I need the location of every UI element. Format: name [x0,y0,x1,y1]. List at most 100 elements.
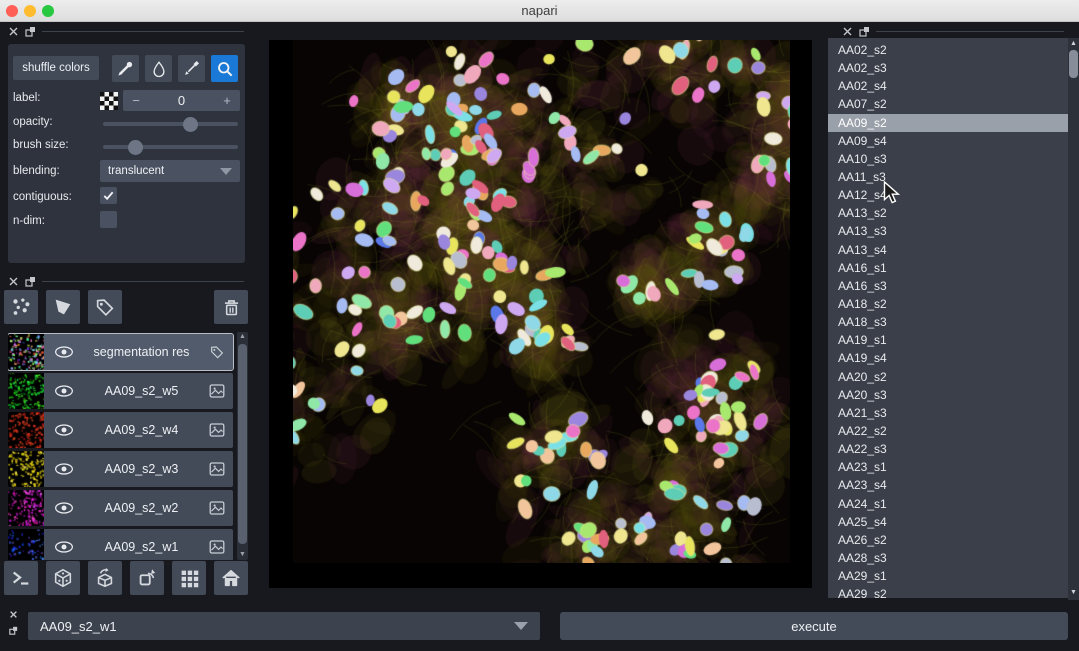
layer-row[interactable]: AA09_s2_w3 [8,451,233,487]
list-item[interactable]: AA02_s2 [828,41,1068,59]
layer-controls-panel: shuffle colors label: − [8,44,245,263]
contiguous-checkbox[interactable] [100,187,117,204]
float-panel-icon[interactable] [9,626,18,635]
label-color-swatch[interactable] [100,92,118,110]
layer-row[interactable]: AA09_s2_w1 [8,529,233,560]
list-item[interactable]: AA09_s4 [828,132,1068,150]
image-select-dropdown[interactable]: AA09_s2_w1 [28,612,540,640]
visibility-eye-icon[interactable] [54,462,74,476]
float-panel-icon[interactable] [859,26,870,37]
shuffle-colors-button[interactable]: shuffle colors [13,56,99,80]
list-item[interactable]: AA28_s3 [828,549,1068,567]
execute-button[interactable]: execute [560,612,1068,640]
zoom-tool-button[interactable] [211,55,238,82]
cube-3d-icon [52,567,74,589]
visibility-eye-icon[interactable] [54,423,74,437]
close-panel-icon[interactable] [8,26,19,37]
float-panel-icon[interactable] [25,26,36,37]
list-item[interactable]: AA22_s2 [828,422,1068,440]
new-shapes-layer-button[interactable] [46,290,80,324]
scrollbar-thumb[interactable] [1069,50,1078,78]
list-item[interactable]: AA13_s2 [828,204,1068,222]
fill-tool-button[interactable] [145,55,172,82]
list-item[interactable]: AA23_s4 [828,476,1068,494]
scroll-down-icon[interactable]: ▼ [237,551,248,559]
visibility-eye-icon[interactable] [54,540,74,554]
list-item[interactable]: AA12_s4 [828,186,1068,204]
new-points-layer-button[interactable] [4,290,38,324]
list-item[interactable]: AA23_s1 [828,458,1068,476]
layer-row[interactable]: segmentation res [8,334,233,370]
ndim-checkbox[interactable] [100,211,117,228]
list-item[interactable]: AA20_s2 [828,368,1068,386]
list-item[interactable]: AA18_s3 [828,313,1068,331]
napari-window: napari shuffle colors [0,0,1079,651]
layer-row[interactable]: AA09_s2_w2 [8,490,233,526]
list-item[interactable]: AA29_s1 [828,567,1068,585]
opacity-slider-thumb[interactable] [183,117,198,132]
pick-color-tool-button[interactable] [112,55,139,82]
roll-dimensions-button[interactable] [88,561,122,595]
grid-view-button[interactable] [172,561,206,595]
list-item[interactable]: AA22_s3 [828,440,1068,458]
list-item[interactable]: AA11_s3 [828,168,1068,186]
list-item[interactable]: AA24_s1 [828,495,1068,513]
close-panel-icon[interactable] [842,26,853,37]
list-item[interactable]: AA18_s2 [828,295,1068,313]
labels-layer-icon [209,344,225,360]
layer-list-scrollbar[interactable]: ▲ ▼ [237,332,248,560]
list-item[interactable]: AA10_s3 [828,150,1068,168]
trash-icon [221,297,242,318]
list-item[interactable]: AA02_s4 [828,77,1068,95]
scrollbar-thumb[interactable] [238,344,247,544]
list-item[interactable]: AA02_s3 [828,59,1068,77]
image-layer-icon [209,539,225,555]
list-item[interactable]: AA07_s2 [828,95,1068,113]
viewer-canvas[interactable] [269,40,812,588]
home-reset-view-button[interactable] [214,561,248,595]
grid-icon [179,568,200,589]
label-increment-button[interactable]: + [214,93,240,108]
scroll-down-icon[interactable]: ▼ [1068,589,1079,597]
close-panel-icon[interactable] [9,610,18,619]
image-layer-icon [209,383,225,399]
visibility-eye-icon[interactable] [54,384,74,398]
list-item[interactable]: AA16_s3 [828,277,1068,295]
list-item[interactable]: AA20_s3 [828,386,1068,404]
list-item[interactable]: AA13_s3 [828,222,1068,240]
ndisplay-3d-button[interactable] [46,561,80,595]
home-icon [220,567,242,589]
blending-dropdown[interactable]: translucent [100,160,240,182]
sample-list-scrollbar[interactable]: ▲ ▼ [1068,38,1079,600]
label-value[interactable]: 0 [149,93,214,108]
float-panel-icon[interactable] [25,276,36,287]
bio-image[interactable] [293,40,790,563]
list-item[interactable]: AA16_s1 [828,259,1068,277]
brush-size-slider[interactable] [103,145,238,149]
visibility-eye-icon[interactable] [54,501,74,515]
layer-row[interactable]: AA09_s2_w4 [8,412,233,448]
list-item[interactable]: AA26_s2 [828,531,1068,549]
paint-tool-button[interactable] [178,55,205,82]
list-item[interactable]: AA21_s3 [828,404,1068,422]
visibility-eye-icon[interactable] [54,345,74,359]
list-item[interactable]: AA13_s4 [828,241,1068,259]
list-item[interactable]: AA19_s4 [828,349,1068,367]
opacity-slider[interactable] [103,122,238,126]
list-item[interactable]: AA09_s2 [828,114,1068,132]
console-button[interactable] [4,561,38,595]
brush-size-slider-thumb[interactable] [128,140,143,155]
scroll-up-icon[interactable]: ▲ [1068,40,1079,48]
checkmark-icon [102,189,115,202]
layer-name: AA09_s2_w1 [74,540,209,554]
list-item[interactable]: AA25_s4 [828,513,1068,531]
list-item[interactable]: AA29_s2 [828,585,1068,598]
label-decrement-button[interactable]: − [123,93,149,108]
scroll-up-icon[interactable]: ▲ [237,333,248,341]
list-item[interactable]: AA19_s1 [828,331,1068,349]
transpose-dimensions-button[interactable] [130,561,164,595]
new-labels-layer-button[interactable] [88,290,122,324]
layer-row[interactable]: AA09_s2_w5 [8,373,233,409]
delete-layer-button[interactable] [214,290,248,324]
close-panel-icon[interactable] [8,276,19,287]
